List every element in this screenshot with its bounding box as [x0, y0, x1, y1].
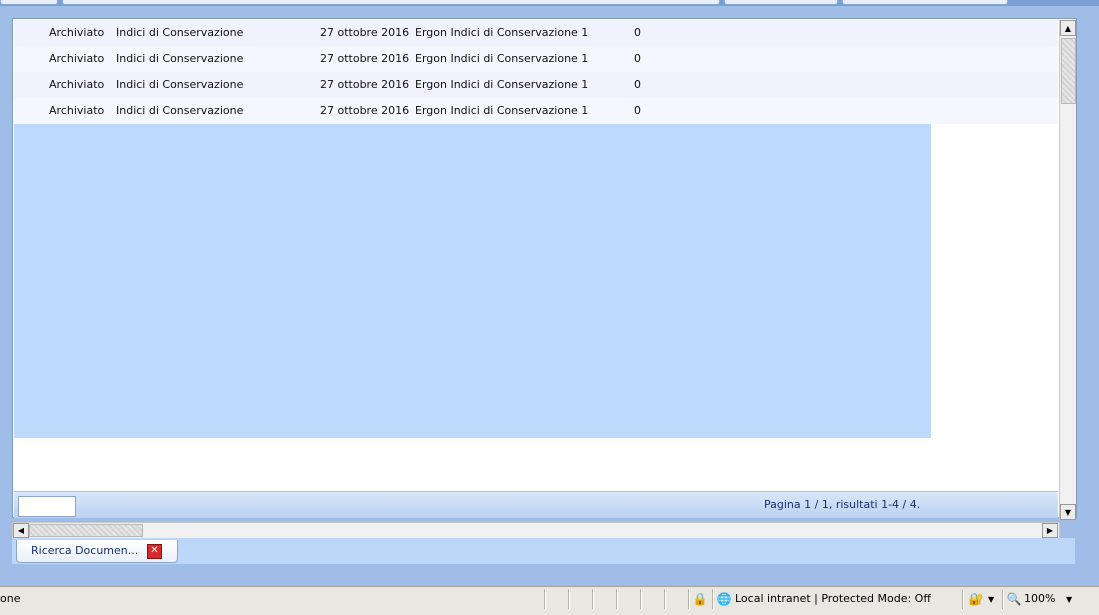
status-cell: Archiviato [49, 104, 105, 117]
horizontal-scroll-thumb[interactable] [29, 524, 143, 537]
top-tab-fragment[interactable] [0, 0, 58, 5]
tab-ricerca-documenti[interactable]: Ricerca Documen... ✕ [16, 540, 178, 563]
status-bar: one 🔒 🌐 Local intranet | Protected Mode:… [0, 586, 1099, 615]
name-cell: Ergon Indici di Conservazione 1 [415, 26, 589, 39]
scroll-left-button[interactable]: ◀ [13, 523, 29, 538]
zoom-icon[interactable]: 🔍 [1006, 591, 1022, 607]
scroll-right-button[interactable]: ▶ [1042, 523, 1058, 538]
divider [592, 589, 593, 609]
count-cell: 0 [634, 26, 641, 39]
scroll-down-button[interactable]: ▼ [1060, 504, 1076, 520]
table-row[interactable]: Archiviato Indici di Conservazione 27 ot… [14, 98, 1058, 124]
security-icon[interactable]: 🔒 [692, 591, 708, 607]
divider [568, 589, 569, 609]
table-row[interactable]: Archiviato Indici di Conservazione 27 ot… [14, 46, 1058, 72]
date-cell: 27 ottobre 2016 [320, 26, 410, 39]
top-tab-fragment[interactable] [62, 0, 720, 5]
table-row[interactable]: Archiviato Indici di Conservazione 27 ot… [14, 20, 1058, 46]
status-text: one [0, 592, 21, 605]
lock-icon[interactable]: 🔐 [968, 591, 984, 607]
divider [712, 589, 713, 609]
arrow-right-icon: ▶ [1046, 526, 1054, 535]
chevron-down-icon[interactable]: ▼ [988, 595, 994, 604]
tab-label: Ricerca Documen... [31, 544, 139, 557]
vertical-scrollbar[interactable]: ▲ ▼ [1059, 20, 1076, 520]
results-panel: Archiviato Indici di Conservazione 27 ot… [12, 18, 1077, 520]
type-cell: Indici di Conservazione [116, 26, 244, 39]
bottom-tab-bar: Ricerca Documen... ✕ [12, 538, 1075, 564]
top-tab-fragment[interactable] [724, 0, 838, 5]
selection-area [14, 124, 931, 438]
arrow-up-icon: ▲ [1064, 23, 1072, 33]
divider [640, 589, 641, 609]
pager-bar: Pagina 1 / 1, risultati 1-4 / 4. [14, 491, 1058, 518]
divider [664, 589, 665, 609]
name-cell: Ergon Indici di Conservazione 1 [415, 104, 589, 117]
status-cell: Archiviato [49, 78, 105, 91]
count-cell: 0 [634, 78, 641, 91]
date-cell: 27 ottobre 2016 [320, 78, 410, 91]
page-input[interactable] [18, 496, 76, 517]
divider [544, 589, 545, 609]
type-cell: Indici di Conservazione [116, 52, 244, 65]
type-cell: Indici di Conservazione [116, 104, 244, 117]
scroll-up-button[interactable]: ▲ [1060, 20, 1076, 36]
name-cell: Ergon Indici di Conservazione 1 [415, 52, 589, 65]
name-cell: Ergon Indici di Conservazione 1 [415, 78, 589, 91]
horizontal-scrollbar[interactable]: ◀ ▶ [12, 522, 1060, 539]
zoom-level[interactable]: 100% [1024, 592, 1055, 605]
arrow-down-icon: ▼ [1064, 507, 1072, 517]
date-cell: 27 ottobre 2016 [320, 104, 410, 117]
arrow-left-icon: ◀ [17, 526, 25, 535]
divider [962, 589, 963, 609]
date-cell: 27 ottobre 2016 [320, 52, 410, 65]
pager-summary: Pagina 1 / 1, risultati 1-4 / 4. [764, 498, 921, 511]
globe-icon: 🌐 [716, 592, 732, 606]
divider [1002, 589, 1003, 609]
chevron-down-icon[interactable]: ▼ [1066, 595, 1072, 604]
divider [688, 589, 689, 609]
count-cell: 0 [634, 52, 641, 65]
status-cell: Archiviato [49, 52, 105, 65]
divider [616, 589, 617, 609]
top-tab-fragment[interactable] [842, 0, 1008, 5]
status-cell: Archiviato [49, 26, 105, 39]
type-cell: Indici di Conservazione [116, 78, 244, 91]
vertical-scroll-thumb[interactable] [1061, 38, 1076, 104]
close-icon[interactable]: ✕ [147, 544, 162, 559]
zone-text[interactable]: Local intranet | Protected Mode: Off [735, 592, 931, 605]
table-row[interactable]: Archiviato Indici di Conservazione 27 ot… [14, 72, 1058, 98]
count-cell: 0 [634, 104, 641, 117]
